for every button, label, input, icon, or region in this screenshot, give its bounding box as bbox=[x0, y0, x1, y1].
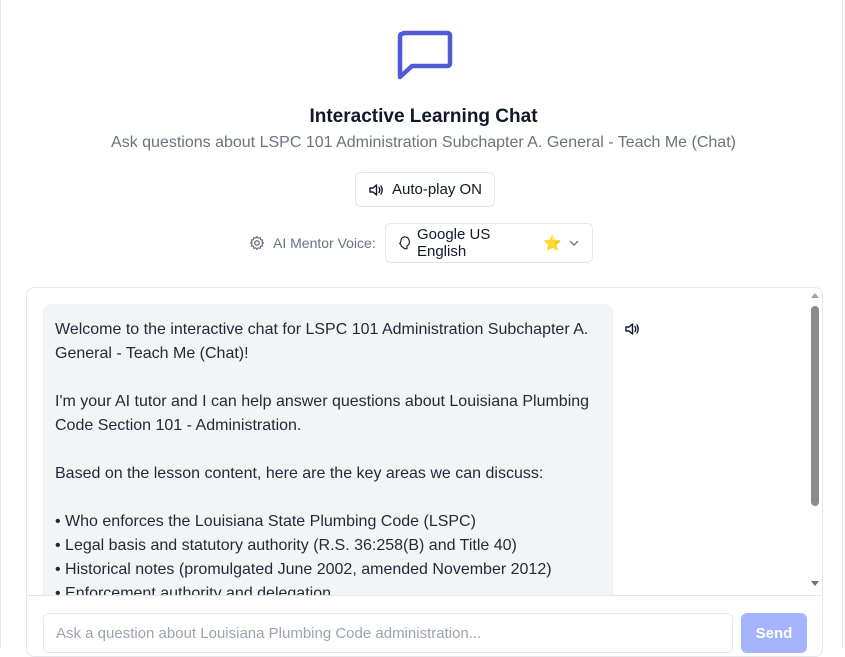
page-frame: Interactive Learning Chat Ask questions … bbox=[0, 0, 843, 657]
gear-icon bbox=[249, 235, 265, 251]
page-subtitle: Ask questions about LSPC 101 Administrat… bbox=[111, 134, 736, 151]
list-item: Who enforces the Louisiana State Plumbin… bbox=[55, 510, 601, 534]
assistant-message: Welcome to the interactive chat for LSPC… bbox=[43, 304, 613, 595]
voice-icon bbox=[398, 236, 410, 250]
scrollbar[interactable] bbox=[808, 288, 822, 595]
page-title: Interactive Learning Chat bbox=[309, 106, 538, 127]
speaker-icon[interactable] bbox=[624, 321, 640, 337]
voice-selected-value: Google US English bbox=[416, 226, 491, 260]
voice-label-text: AI Mentor Voice: bbox=[273, 235, 376, 251]
message-lead: Based on the lesson content, here are th… bbox=[55, 465, 544, 482]
voice-select[interactable]: Google US English ⭐ bbox=[384, 223, 593, 263]
voice-label: AI Mentor Voice: bbox=[249, 235, 376, 251]
chat-panel: Welcome to the interactive chat for LSPC… bbox=[26, 287, 823, 657]
list-item: Historical notes (promulgated June 2002,… bbox=[55, 558, 601, 582]
message-square-icon bbox=[397, 30, 453, 80]
message-list[interactable]: Welcome to the interactive chat for LSPC… bbox=[27, 288, 809, 595]
voice-row: AI Mentor Voice: Google US English ⭐ bbox=[249, 223, 593, 263]
topic-list: Who enforces the Louisiana State Plumbin… bbox=[55, 510, 601, 595]
send-button[interactable]: Send bbox=[741, 613, 807, 653]
message-tutor: I'm your AI tutor and I can help answer … bbox=[55, 393, 590, 434]
star-badge: ⭐ bbox=[543, 235, 562, 252]
list-item: Legal basis and statutory authority (R.S… bbox=[55, 534, 601, 558]
autoplay-toggle-button[interactable]: Auto-play ON bbox=[355, 172, 495, 207]
scrollbar-thumb[interactable] bbox=[811, 306, 819, 506]
list-item: Enforcement authority and delegation bbox=[55, 582, 601, 595]
message-intro: Welcome to the interactive chat for LSPC… bbox=[55, 321, 589, 362]
question-input[interactable] bbox=[43, 613, 733, 653]
chevron-down-icon bbox=[568, 237, 580, 249]
scroll-down-arrow-icon[interactable] bbox=[811, 581, 819, 586]
autoplay-label: Auto-play ON bbox=[391, 181, 483, 198]
volume-icon bbox=[369, 183, 383, 196]
scroll-up-arrow-icon[interactable] bbox=[811, 293, 819, 298]
